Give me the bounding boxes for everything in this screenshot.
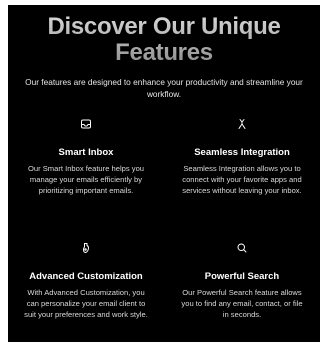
feature-description: Our Smart Inbox feature helps you manage… bbox=[27, 164, 145, 196]
feature-title: Smart Inbox bbox=[58, 147, 114, 158]
feature-title: Seamless Integration bbox=[194, 147, 290, 158]
feature-smart-inbox: Smart Inbox Our Smart Inbox feature help… bbox=[8, 117, 164, 241]
feature-powerful-search: Powerful Search Our Powerful Search feat… bbox=[164, 241, 320, 342]
title-line-1: Discover Our Unique bbox=[47, 13, 281, 40]
section-subtitle: Our features are designed to enhance you… bbox=[25, 77, 303, 99]
feature-seamless-integration: Seamless Integration Seamless Integratio… bbox=[164, 117, 320, 241]
features-grid: Smart Inbox Our Smart Inbox feature help… bbox=[8, 117, 320, 342]
section-header: Discover Our Unique Features Our feature… bbox=[8, 14, 320, 100]
merge-icon bbox=[172, 117, 312, 135]
feature-description: Our Powerful Search feature allows you t… bbox=[181, 288, 303, 320]
feature-title: Advanced Customization bbox=[29, 271, 143, 282]
feature-title: Powerful Search bbox=[204, 271, 280, 282]
features-section: Discover Our Unique Features Our feature… bbox=[8, 5, 320, 342]
section-title: Discover Our Unique Features bbox=[8, 14, 320, 66]
feature-description: Seamless Integration allows you to conne… bbox=[182, 164, 302, 196]
title-line-2: Features bbox=[115, 39, 213, 66]
inbox-icon bbox=[16, 117, 156, 135]
search-icon bbox=[172, 241, 312, 259]
feature-advanced-customization: Advanced Customization With Advanced Cus… bbox=[8, 241, 164, 342]
feature-description: With Advanced Customization, you can per… bbox=[24, 288, 148, 320]
palette-icon bbox=[16, 241, 156, 259]
